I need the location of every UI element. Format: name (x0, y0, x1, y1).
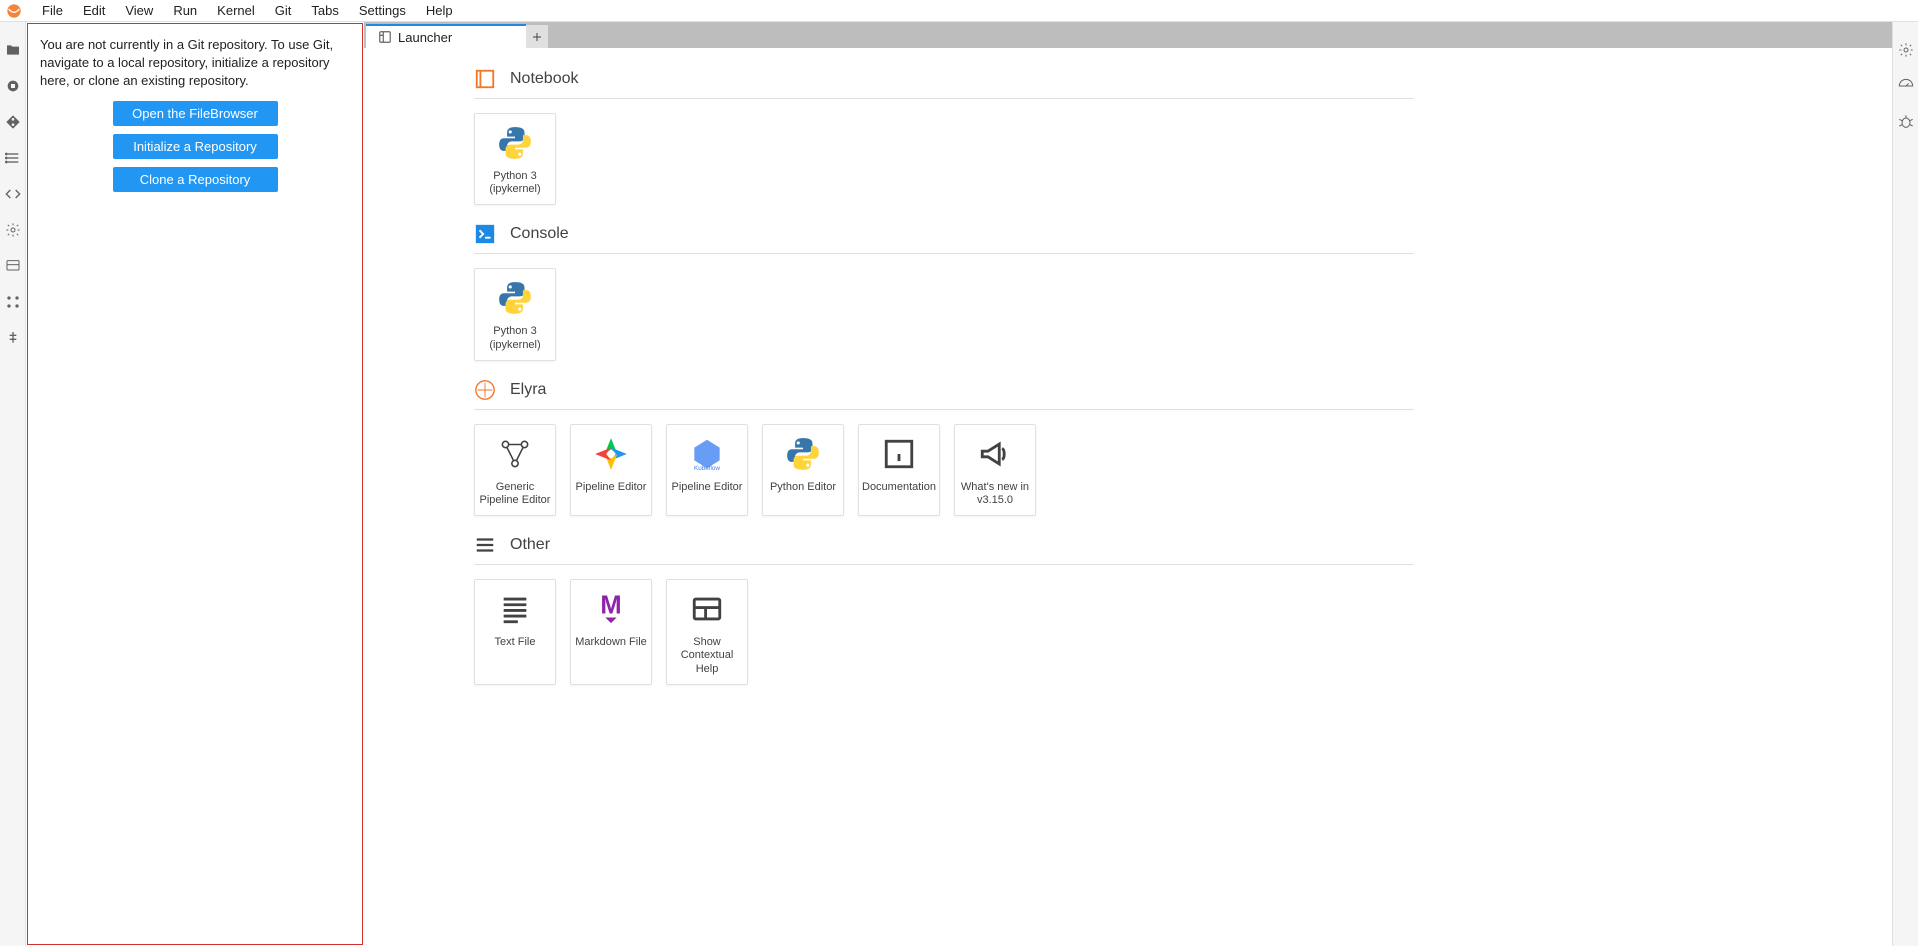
content-area: Launcher Notebook (364, 22, 1892, 946)
card-label: Python 3 (ipykernel) (479, 325, 551, 351)
menu-edit[interactable]: Edit (73, 1, 115, 20)
folder-icon[interactable] (0, 32, 26, 68)
card-python3-notebook[interactable]: Python 3 (ipykernel) (474, 113, 556, 205)
card-label: Python Editor (770, 481, 836, 494)
menu-view[interactable]: View (115, 1, 163, 20)
running-kernels-icon[interactable] (0, 68, 26, 104)
components-icon[interactable] (0, 284, 26, 320)
app-root: File Edit View Run Kernel Git Tabs Setti… (0, 0, 1918, 946)
section-console: Console Python 3 (ipykernel) (474, 223, 1414, 360)
menu-kernel[interactable]: Kernel (207, 1, 265, 20)
left-rail (0, 22, 26, 946)
card-contextual-help[interactable]: Show Contextual Help (666, 579, 748, 685)
svg-text:Kubeflow: Kubeflow (694, 465, 720, 472)
notebook-section-icon (474, 68, 496, 90)
cards-notebook: Python 3 (ipykernel) (474, 113, 1414, 205)
section-header-other: Other (474, 534, 1414, 565)
section-title: Elyra (510, 381, 546, 399)
extension-icon[interactable] (0, 320, 26, 356)
initialize-repository-button[interactable]: Initialize a Repository (113, 134, 278, 159)
pipeline-icon (494, 433, 536, 475)
menu-help[interactable]: Help (416, 1, 463, 20)
other-section-icon (474, 534, 496, 556)
runtimes-icon[interactable] (0, 248, 26, 284)
git-panel: You are not currently in a Git repositor… (27, 23, 363, 945)
card-label: Pipeline Editor (576, 481, 647, 494)
airflow-icon (590, 433, 632, 475)
add-tab-button[interactable] (526, 24, 548, 48)
card-text-file[interactable]: Text File (474, 579, 556, 685)
cards-console: Python 3 (ipykernel) (474, 268, 1414, 360)
python-icon (494, 122, 536, 164)
card-label: What's new in v3.15.0 (959, 481, 1031, 507)
property-inspector-icon[interactable] (1893, 32, 1918, 68)
menu-run[interactable]: Run (163, 1, 207, 20)
markdown-icon: M (590, 588, 632, 630)
section-elyra: Elyra Generic Pipeline Editor (474, 379, 1414, 516)
card-kubeflow-pipeline[interactable]: Kubeflow Pipeline Editor (666, 424, 748, 516)
menu-tabs[interactable]: Tabs (301, 1, 348, 20)
git-icon[interactable] (0, 104, 26, 140)
console-section-icon (474, 223, 496, 245)
card-label: Text File (495, 636, 536, 649)
section-header-console: Console (474, 223, 1414, 254)
card-documentation[interactable]: Documentation (858, 424, 940, 516)
section-header-notebook: Notebook (474, 68, 1414, 99)
launcher: Notebook Python 3 (ipykernel) (364, 48, 1892, 946)
card-label: Show Contextual Help (671, 636, 743, 676)
svg-text:M: M (600, 592, 621, 619)
toc-icon[interactable] (0, 140, 26, 176)
main-area: You are not currently in a Git repositor… (0, 22, 1918, 946)
python-icon (494, 277, 536, 319)
section-title: Notebook (510, 70, 579, 88)
open-filebrowser-button[interactable]: Open the FileBrowser (113, 101, 278, 126)
code-snippets-icon[interactable] (0, 176, 26, 212)
tab-bar: Launcher (364, 22, 1892, 48)
menu-file[interactable]: File (32, 1, 73, 20)
menu-settings[interactable]: Settings (349, 1, 416, 20)
megaphone-icon (974, 433, 1016, 475)
card-airflow-pipeline[interactable]: Pipeline Editor (570, 424, 652, 516)
cards-other: Text File M Markdown File S (474, 579, 1414, 685)
card-python-editor[interactable]: Python Editor (762, 424, 844, 516)
tab-label: Launcher (398, 30, 452, 45)
contextual-help-icon (686, 588, 728, 630)
python-icon (782, 433, 824, 475)
launcher-tab-icon (378, 30, 392, 44)
card-label: Documentation (862, 481, 936, 494)
section-title: Other (510, 536, 550, 554)
menubar: File Edit View Run Kernel Git Tabs Setti… (0, 0, 1918, 22)
card-markdown-file[interactable]: M Markdown File (570, 579, 652, 685)
right-rail (1892, 22, 1918, 946)
dashboard-icon[interactable] (1893, 68, 1918, 104)
elyra-section-icon (474, 379, 496, 401)
card-label: Markdown File (575, 636, 647, 649)
kubeflow-icon: Kubeflow (686, 433, 728, 475)
info-icon (878, 433, 920, 475)
text-file-icon (494, 588, 536, 630)
git-status-message: You are not currently in a Git repositor… (40, 36, 350, 91)
section-title: Console (510, 225, 569, 243)
jupyter-logo-icon (6, 3, 22, 19)
tab-launcher[interactable]: Launcher (366, 24, 526, 48)
card-generic-pipeline[interactable]: Generic Pipeline Editor (474, 424, 556, 516)
card-python3-console[interactable]: Python 3 (ipykernel) (474, 268, 556, 360)
pipeline-settings-icon[interactable] (0, 212, 26, 248)
cards-elyra: Generic Pipeline Editor Pipeline Editor … (474, 424, 1414, 516)
section-other: Other Text File M (474, 534, 1414, 685)
card-label: Pipeline Editor (672, 481, 743, 494)
section-notebook: Notebook Python 3 (ipykernel) (474, 68, 1414, 205)
menu-git[interactable]: Git (265, 1, 302, 20)
debugger-icon[interactable] (1893, 104, 1918, 140)
card-label: Python 3 (ipykernel) (479, 170, 551, 196)
card-whats-new[interactable]: What's new in v3.15.0 (954, 424, 1036, 516)
card-label: Generic Pipeline Editor (479, 481, 551, 507)
section-header-elyra: Elyra (474, 379, 1414, 410)
clone-repository-button[interactable]: Clone a Repository (113, 167, 278, 192)
